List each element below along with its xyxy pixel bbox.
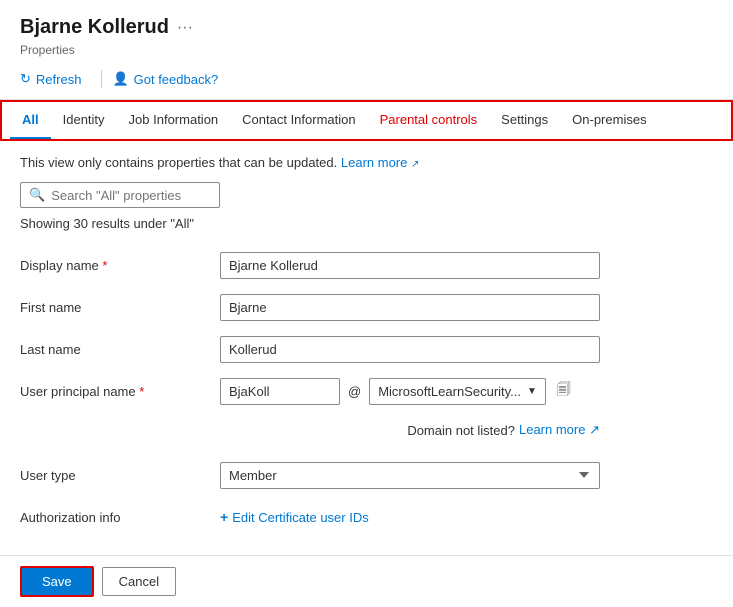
last-name-input[interactable] [220,336,600,363]
learn-more-link[interactable]: Learn more ↗ [341,155,420,170]
user-type-select[interactable]: Member Guest [220,462,600,489]
page-wrapper: Bjarne Kollerud ··· Properties ↻ Refresh… [0,0,733,607]
page-subtitle: Properties [20,43,713,57]
display-name-label: Display name * [20,258,220,273]
form-row-user-type: User type Member Guest [20,457,713,493]
auth-info-control: + Edit Certificate user IDs [220,509,600,525]
user-type-label: User type [20,468,220,483]
search-icon: 🔍 [29,187,45,203]
form-row-auth-info: Authorization info + Edit Certificate us… [20,499,713,535]
feedback-label: Got feedback? [134,72,219,87]
edit-certificate-button[interactable]: + Edit Certificate user IDs [220,509,369,525]
last-name-label: Last name [20,342,220,357]
header: Bjarne Kollerud ··· Properties ↻ Refresh… [0,0,733,100]
upn-control: @ MicrosoftLearnSecurity... ▼ 🗐 [220,374,600,408]
upn-username-input[interactable] [220,378,340,405]
page-title: Bjarne Kollerud [20,16,169,39]
copy-button[interactable]: 🗐 [550,374,578,408]
form-row-upn: User principal name * @ MicrosoftLearnSe… [20,373,713,409]
tab-all[interactable]: All [10,102,51,139]
auth-info-label: Authorization info [20,510,220,525]
form-section: Display name * First name Last name [20,247,713,541]
at-symbol: @ [344,384,365,399]
save-button[interactable]: Save [20,566,94,597]
tabs-row: All Identity Job Information Contact Inf… [0,100,733,141]
cancel-button[interactable]: Cancel [102,567,176,596]
tab-parental-controls[interactable]: Parental controls [368,102,490,139]
plus-icon: + [220,509,228,525]
domain-dropdown[interactable]: MicrosoftLearnSecurity... ▼ [369,378,546,405]
chevron-down-icon: ▼ [527,386,537,397]
refresh-label: Refresh [36,72,82,87]
results-text: Showing 30 results under "All" [20,216,713,231]
toolbar: ↻ Refresh 👤 Got feedback? [20,67,713,99]
domain-not-listed-row: Domain not listed? Learn more ↗ [20,415,713,451]
form-row-first-name: First name [20,289,713,325]
search-input[interactable] [51,188,211,203]
refresh-button[interactable]: ↻ Refresh [20,67,91,91]
ellipsis-menu[interactable]: ··· [177,19,193,37]
form-row-last-name: Last name [20,331,713,367]
header-title-row: Bjarne Kollerud ··· [20,16,713,39]
upn-label: User principal name * [20,384,220,399]
footer: Save Cancel [0,555,733,607]
first-name-control [220,294,600,321]
edit-certificate-label: Edit Certificate user IDs [232,510,369,525]
upn-row: @ MicrosoftLearnSecurity... ▼ 🗐 [220,374,600,408]
tab-job-information[interactable]: Job Information [117,102,231,139]
toolbar-divider [101,70,102,88]
last-name-control [220,336,600,363]
display-name-input[interactable] [220,252,600,279]
feedback-icon: 👤 [112,71,128,87]
content-area: This view only contains properties that … [0,141,733,555]
user-type-control: Member Guest [220,462,600,489]
domain-learn-more-link[interactable]: Learn more ↗ [519,422,600,438]
display-name-control [220,252,600,279]
feedback-button[interactable]: 👤 Got feedback? [112,67,228,91]
external-link-icon: ↗ [411,159,419,170]
form-row-display-name: Display name * [20,247,713,283]
search-box: 🔍 [20,182,220,208]
domain-not-listed-text: Domain not listed? Learn more ↗ [220,422,600,438]
info-text: This view only contains properties that … [20,155,713,170]
required-star: * [102,258,107,273]
first-name-input[interactable] [220,294,600,321]
first-name-label: First name [20,300,220,315]
tab-contact-information[interactable]: Contact Information [230,102,367,139]
external-link-icon-2: ↗ [589,422,600,437]
required-star-upn: * [139,384,144,399]
tab-on-premises[interactable]: On-premises [560,102,658,139]
refresh-icon: ↻ [20,71,31,87]
tab-settings[interactable]: Settings [489,102,560,139]
domain-value: MicrosoftLearnSecurity... [378,384,521,399]
tab-identity[interactable]: Identity [51,102,117,139]
